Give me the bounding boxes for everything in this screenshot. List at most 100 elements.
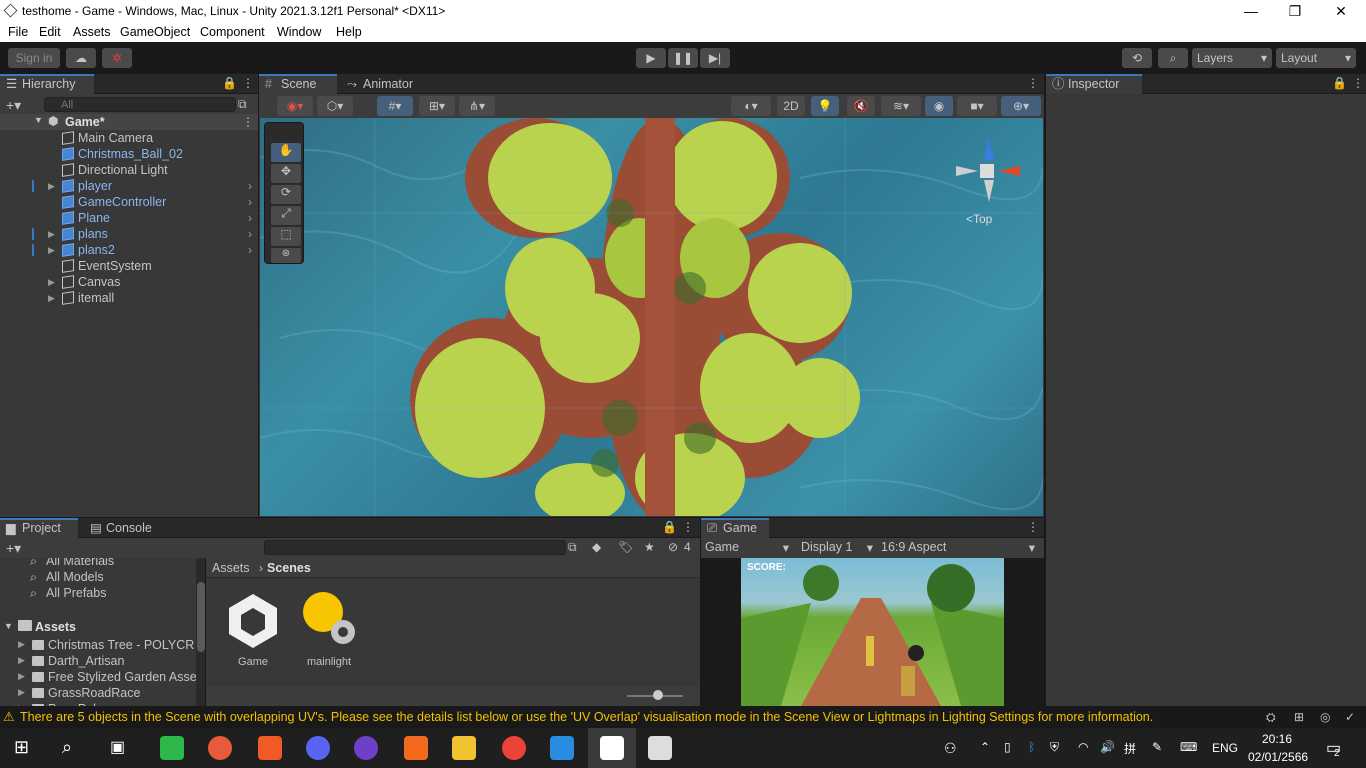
rect-tool-icon[interactable]: ⬚ — [271, 227, 301, 246]
collab-icon[interactable]: ✲ — [102, 48, 132, 68]
shading-dropdown[interactable]: ⬡▾ — [317, 96, 353, 116]
lighting-toggle-icon[interactable]: 💡 — [811, 96, 839, 116]
expand-arrow-icon[interactable]: ▶ — [18, 639, 25, 650]
wifi-icon[interactable]: ◠ — [1078, 740, 1088, 754]
menu-file[interactable]: File — [8, 25, 28, 39]
tab-animator[interactable]: ⤳ Animator — [341, 74, 431, 94]
restore-button[interactable]: ❐ — [1272, 0, 1318, 22]
chevron-right-icon[interactable]: › — [248, 226, 252, 242]
scale-tool-icon[interactable]: ⤢ — [271, 206, 301, 225]
grid-toggle-dropdown[interactable]: ⊞▾ — [419, 96, 455, 116]
close-button[interactable]: ✕ — [1318, 0, 1364, 22]
menu-component[interactable]: Component — [200, 25, 265, 39]
expand-arrow-icon[interactable]: ▶ — [48, 226, 55, 242]
lock-icon[interactable]: 🔒 — [662, 520, 677, 534]
asset-mainlight[interactable]: mainlight — [295, 590, 363, 670]
discord-app-icon[interactable] — [306, 736, 330, 760]
aspect-dropdown[interactable]: 16:9 Aspect ▾ — [881, 540, 1037, 555]
expand-arrow-icon[interactable]: ▶ — [48, 290, 55, 306]
chevron-right-icon[interactable]: › — [248, 194, 252, 210]
xampp-app-icon[interactable] — [404, 736, 428, 760]
kebab-menu-icon[interactable]: ⋮ — [682, 520, 694, 534]
bluetooth-icon[interactable]: ᛒ — [1028, 740, 1035, 754]
assets-root-row[interactable]: ▼ Assets — [4, 620, 194, 636]
audio-toggle-icon[interactable]: 🔇 — [847, 96, 875, 116]
kebab-menu-icon[interactable]: ⋮ — [242, 115, 254, 129]
display-dropdown[interactable]: Display 1 ▾ — [801, 540, 875, 555]
hidden-packages-icon[interactable]: ⊘ — [668, 540, 678, 554]
grid-snap-dropdown[interactable]: #▾ — [377, 96, 413, 116]
menu-edit[interactable]: Edit — [39, 25, 61, 39]
hierarchy-item[interactable]: ▶ plans2 › — [0, 242, 258, 258]
scene-viewport[interactable]: ✋ ✥ ⟳ ⤢ ⬚ ⊛ <Top — [260, 118, 1043, 516]
filter-label-icon[interactable]: 🏷 — [618, 540, 633, 554]
orientation-gizmo[interactable]: <Top — [956, 128, 1026, 228]
folder-item[interactable]: ▶ Darth_Artisan — [18, 654, 196, 670]
visibility-toggle-icon[interactable]: ◉ — [925, 96, 953, 116]
windows-start-icon[interactable]: ⊞ — [14, 737, 29, 758]
rotate-tool-icon[interactable]: ⟳ — [271, 185, 301, 204]
input-method-icon[interactable]: 拼 — [1124, 740, 1136, 757]
photos-app-icon[interactable] — [208, 736, 232, 760]
game-mode-dropdown[interactable]: Game ▾ — [705, 540, 791, 555]
pause-button[interactable]: ❚❚ — [668, 48, 698, 68]
chevron-right-icon[interactable]: › — [248, 178, 252, 194]
clock-time[interactable]: 20:16 — [1262, 732, 1292, 746]
expand-arrow-icon[interactable]: ▶ — [48, 242, 55, 258]
asset-game-scene[interactable]: Game — [221, 590, 285, 670]
tab-hierarchy[interactable]: ☰ Hierarchy — [0, 74, 94, 94]
task-view-icon[interactable]: ▣ — [110, 737, 125, 757]
folder-item[interactable]: ▶ Christmas Tree - POLYCR — [18, 638, 196, 654]
hierarchy-item[interactable]: Directional Light — [0, 162, 258, 178]
tab-scene[interactable]: # Scene — [259, 74, 337, 94]
keyboard-icon[interactable]: ⌨ — [1180, 740, 1197, 754]
scene-root-row[interactable]: ▼ ⬢ Game* ⋮ — [0, 114, 258, 130]
language-indicator[interactable]: ENG — [1212, 741, 1238, 755]
favorite-star-icon[interactable]: ★ — [644, 540, 655, 554]
game-view[interactable]: SCORE: — [701, 558, 1044, 706]
chrome-app-icon[interactable] — [502, 736, 526, 760]
transform-tool-icon[interactable]: ⊛ — [271, 248, 301, 263]
vscode-app-icon[interactable] — [550, 736, 574, 760]
play-button[interactable]: ▶ — [636, 48, 666, 68]
breadcrumb-assets[interactable]: Assets — [212, 561, 250, 575]
expand-arrow-icon[interactable]: ▶ — [48, 274, 55, 290]
folder-scrollbar[interactable] — [196, 558, 205, 706]
expand-arrow-icon[interactable]: ▶ — [18, 687, 25, 698]
hierarchy-item[interactable]: ▶ plans › — [0, 226, 258, 242]
gizmo-z-axis[interactable] — [984, 138, 994, 160]
increment-snap-dropdown[interactable]: ⋔▾ — [459, 96, 495, 116]
expand-arrow-icon[interactable]: ▶ — [18, 671, 25, 682]
gizmo-x-axis[interactable] — [998, 166, 1020, 176]
gizmo-view-label[interactable]: <Top — [966, 212, 992, 226]
project-search-input[interactable] — [264, 540, 566, 555]
device-icon[interactable]: ▯ — [1004, 740, 1011, 754]
tab-game[interactable]: ⎚ Game — [701, 518, 769, 538]
menu-help[interactable]: Help — [336, 25, 362, 39]
tab-inspector[interactable]: ⓘ Inspector — [1046, 74, 1142, 94]
search-options-icon[interactable]: ⧉ — [238, 97, 247, 112]
menu-assets[interactable]: Assets — [73, 25, 111, 39]
move-tool-icon[interactable]: ✥ — [271, 164, 301, 183]
unity-taskbar-active[interactable] — [588, 728, 636, 768]
kebab-menu-icon[interactable]: ⋮ — [1352, 76, 1364, 90]
hand-tool-icon[interactable]: ✋ — [271, 143, 301, 162]
gizmos-dropdown[interactable]: ⊕▾ — [1001, 96, 1041, 116]
expand-arrow-icon[interactable]: ▼ — [34, 115, 43, 125]
scrollbar-thumb[interactable] — [197, 582, 205, 652]
add-icon[interactable]: +▾ — [6, 97, 21, 114]
breadcrumb-scenes[interactable]: Scenes — [267, 561, 311, 575]
render-mode-dropdown[interactable]: ◐▾ — [731, 96, 771, 116]
sign-in-button[interactable]: Sign in — [8, 48, 60, 68]
hierarchy-item[interactable]: ▶ Canvas — [0, 274, 258, 290]
hierarchy-item[interactable]: EventSystem — [0, 258, 258, 274]
status-bar[interactable]: ⚠ There are 5 objects in the Scene with … — [0, 706, 1366, 728]
hierarchy-item[interactable]: Plane › — [0, 210, 258, 226]
unity-hub-app-icon[interactable] — [648, 736, 672, 760]
progress-icon[interactable]: ⊞ — [1294, 710, 1304, 724]
volume-icon[interactable]: 🔊 — [1100, 740, 1115, 754]
tab-console[interactable]: ▤ Console — [84, 518, 164, 538]
check-icon[interactable]: ✓ — [1345, 710, 1355, 724]
layers-dropdown[interactable]: Layers ▾ — [1192, 48, 1272, 68]
camera-dropdown[interactable]: ■▾ — [957, 96, 997, 116]
